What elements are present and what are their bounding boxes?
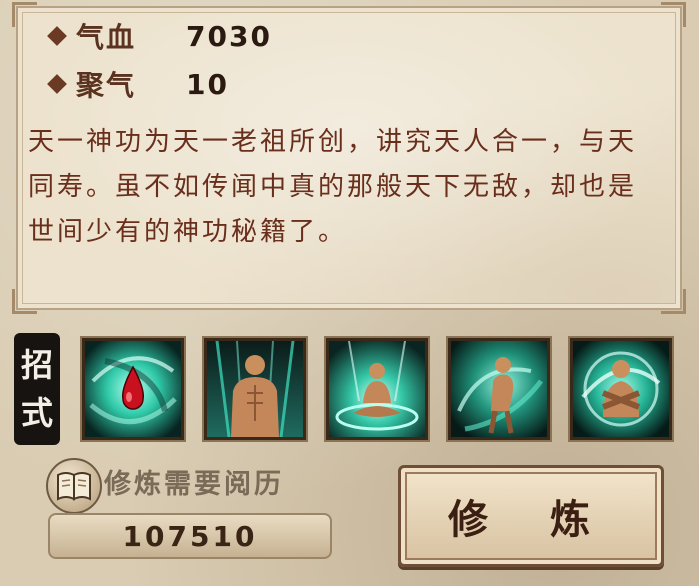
diamond-bullet-icon bbox=[47, 74, 67, 94]
moves-tag-char: 招 bbox=[20, 346, 53, 384]
turning-body-swirl-icon bbox=[451, 341, 547, 437]
moves-tag: 招 式 bbox=[14, 333, 60, 445]
requirement-value: 107510 bbox=[48, 513, 332, 559]
stat-row-hp: 气血 7030 bbox=[47, 16, 272, 56]
skill-description: 天一神功为天一老祖所创，讲究天人合一，与天同寿。虽不如传闻中真的那般天下无敌，却… bbox=[28, 127, 638, 247]
skill-slot-1[interactable] bbox=[82, 338, 184, 440]
skill-slot-3[interactable] bbox=[326, 338, 428, 440]
moves-tag-char: 式 bbox=[20, 394, 53, 432]
corner-ornament bbox=[12, 289, 37, 314]
corner-ornament bbox=[12, 2, 37, 27]
skill-slot-5[interactable] bbox=[570, 338, 672, 440]
meditation-aura-icon bbox=[329, 341, 425, 437]
stat-label: 聚气 bbox=[76, 69, 137, 102]
crossed-arms-swirl-icon bbox=[573, 341, 669, 437]
blood-drop-vortex-icon bbox=[85, 341, 181, 437]
stat-row-qi: 聚气 10 bbox=[47, 64, 229, 104]
corner-ornament bbox=[661, 2, 686, 27]
stat-value: 7030 bbox=[186, 19, 272, 53]
stat-value: 10 bbox=[186, 67, 229, 101]
muscular-body-aura-icon bbox=[207, 341, 303, 437]
skill-slot-2[interactable] bbox=[204, 338, 306, 440]
corner-ornament bbox=[661, 289, 686, 314]
stat-label: 气血 bbox=[76, 21, 137, 54]
practice-button[interactable]: 修 炼 bbox=[398, 465, 664, 567]
skill-slot-4[interactable] bbox=[448, 338, 550, 440]
book-icon bbox=[46, 458, 102, 514]
requirement-label: 修炼需要阅历 bbox=[104, 469, 284, 500]
description-panel: 气血 7030 聚气 10 天一神功为天一老祖所创，讲究天人合一，与天同寿。虽不… bbox=[12, 2, 686, 314]
diamond-bullet-icon bbox=[47, 26, 67, 46]
